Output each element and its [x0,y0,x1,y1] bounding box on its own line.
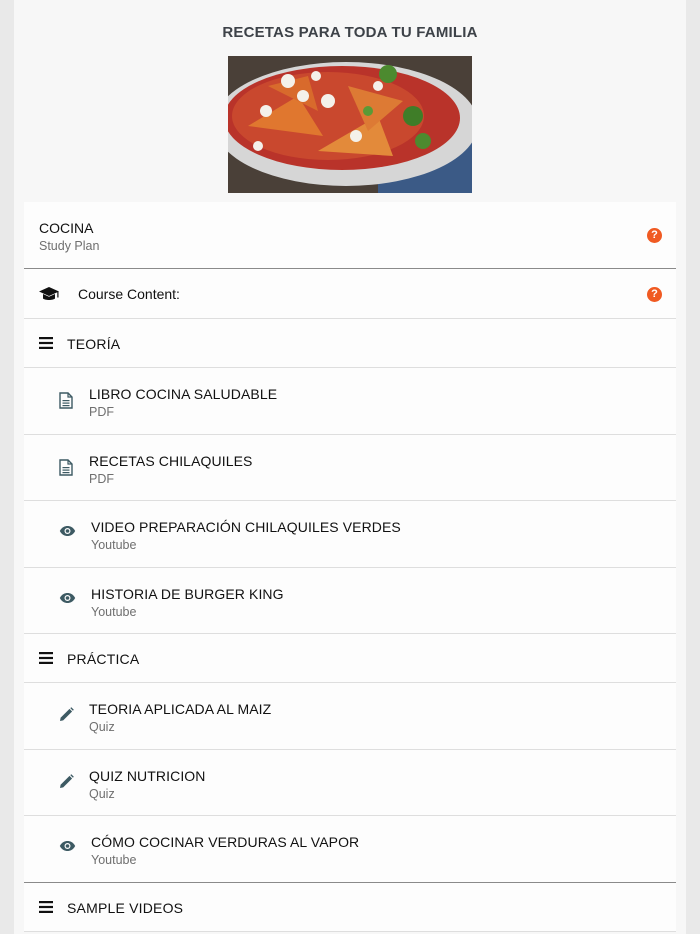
page-title: RECETAS PARA TODA TU FAMILIA [222,24,478,41]
course-hero-image [228,56,472,193]
food-photo-icon [228,56,472,193]
section-label: SAMPLE VIDEOS [67,899,184,916]
item-type: Youtube [91,538,137,552]
item-title: VIDEO PREPARACIÓN CHILAQUILES VERDES [91,519,401,535]
course-content-header: Course Content: ? [24,269,676,319]
item-title: LIBRO COCINA SALUDABLE [89,386,278,402]
help-icon[interactable]: ? [647,228,662,243]
course-list: COCINA Study Plan ? Course Content: ? TE… [24,202,676,932]
item-type: Youtube [91,853,137,867]
item-type: PDF [89,471,114,486]
item-title: TEORIA APLICADA AL MAIZ [89,701,272,717]
graduation-cap-icon [39,287,59,300]
list-item[interactable]: VIDEO PREPARACIÓN CHILAQUILES VERDES You… [24,501,676,568]
course-content-label: Course Content: [78,286,180,302]
help-icon[interactable]: ? [647,287,662,302]
item-title: RECETAS CHILAQUILES [89,452,253,469]
menu-icon [39,900,53,913]
menu-icon [39,337,53,349]
item-title: CÓMO COCINAR VERDURAS AL VAPOR [91,834,360,850]
course-page: RECETAS PARA TODA TU FAMILIA COCINA Stud… [14,0,686,934]
study-plan-subtitle: Study Plan [39,239,100,253]
item-type: PDF [89,405,114,419]
pencil-icon [60,773,74,788]
item-type: Quiz [89,720,115,734]
section-sample-videos[interactable]: SAMPLE VIDEOS [24,883,676,932]
study-plan-title: COCINA [39,220,94,236]
item-title: HISTORIA DE BURGER KING [91,585,284,602]
list-item[interactable]: QUIZ NUTRICION Quiz [24,750,676,816]
section-practica[interactable]: PRÁCTICA [24,634,676,683]
eye-icon [59,841,76,851]
eye-icon [59,526,76,536]
list-item[interactable]: LIBRO COCINA SALUDABLE PDF [24,368,676,435]
list-item[interactable]: CÓMO COCINAR VERDURAS AL VAPOR Youtube [24,816,676,883]
study-plan-header[interactable]: COCINA Study Plan ? [24,202,676,269]
pencil-icon [60,707,74,721]
document-icon [59,392,73,409]
item-title: QUIZ NUTRICION [89,767,206,784]
item-type: Youtube [91,604,137,619]
list-item[interactable]: RECETAS CHILAQUILES PDF [24,435,676,501]
section-label: TEORÍA [67,336,121,352]
list-item[interactable]: HISTORIA DE BURGER KING Youtube [24,568,676,634]
menu-icon [39,652,53,664]
section-teoria[interactable]: TEORÍA [24,319,676,368]
list-item[interactable]: TEORIA APLICADA AL MAIZ Quiz [24,683,676,750]
item-type: Quiz [89,786,115,801]
section-label: PRÁCTICA [67,651,140,667]
document-icon [59,458,73,476]
eye-icon [59,592,76,603]
